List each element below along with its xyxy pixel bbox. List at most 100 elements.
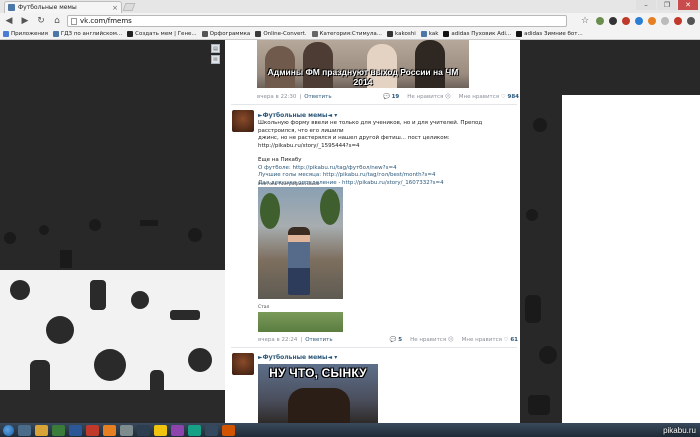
post2-link[interactable]: Лучшие голы месяца: http://pikabu.ru/tag…	[258, 172, 513, 180]
post2-like[interactable]: Мне нравится ♡ 61	[462, 337, 518, 343]
back-button[interactable]: ◀	[3, 15, 15, 27]
doodle-pattern-dark	[4, 219, 202, 268]
bookmarks-bar: Приложения ГДЗ по английском... Создать ме…	[0, 29, 700, 40]
extension-icon[interactable]	[622, 17, 630, 25]
tab-active[interactable]: Футбольные мемы ×	[4, 1, 122, 13]
extension-icon[interactable]	[674, 17, 682, 25]
post2-avatar[interactable]	[232, 110, 254, 132]
post2-dislike[interactable]: Не нравится ☹	[410, 337, 454, 343]
bookmark-favicon-icon	[387, 31, 394, 37]
post1-reply-link[interactable]: Ответить	[304, 94, 331, 100]
doodle-pattern	[0, 280, 225, 423]
close-window-button[interactable]: ✕	[678, 0, 698, 10]
bookmark-favicon-icon	[3, 31, 9, 37]
photo-tree	[260, 193, 280, 229]
bookmark-item[interactable]: Приложения	[3, 31, 48, 37]
taskbar-app-icon[interactable]	[35, 424, 48, 436]
windows-taskbar	[0, 423, 700, 437]
reload-button[interactable]: ↻	[35, 15, 47, 27]
bookmark-item[interactable]: Online-Convert.	[255, 31, 307, 37]
home-button[interactable]: ⌂	[51, 15, 63, 27]
new-tab-button[interactable]	[122, 3, 136, 11]
side-button-list[interactable]: ▤	[211, 44, 220, 53]
browser-toolbar: ◀ ▶ ↻ ⌂ vk.com/fmems ☆	[0, 13, 700, 29]
taskbar-app-icon[interactable]	[69, 424, 82, 436]
bookmark-label: adidas Зимние бот...	[524, 31, 583, 37]
post1-image[interactable]: Админы ФМ празднуют выход России на ЧМ 2…	[257, 40, 469, 88]
address-bar[interactable]: vk.com/fmems	[67, 15, 567, 27]
taskbar-app-icon[interactable]	[154, 424, 167, 436]
extension-icons: ☆	[579, 15, 695, 27]
bookmark-item[interactable]: Создать мем | Гене...	[127, 31, 197, 37]
post2-comments[interactable]: 💬 5	[390, 337, 402, 343]
taskbar-app-icon[interactable]	[137, 424, 150, 436]
bookmark-favicon-icon	[52, 31, 59, 37]
side-button-mail[interactable]: ✉	[211, 55, 220, 64]
page-viewport: ▤ ✉ Админы ФМ празднуют выход России на …	[0, 40, 700, 423]
vk-favicon-icon	[8, 4, 15, 11]
bookmark-star-icon[interactable]: ☆	[579, 15, 591, 27]
post3-image[interactable]: НУ ЧТО, СЫНКУ	[258, 364, 378, 423]
post2-link[interactable]: О футболе: http://pikabu.ru/tag/футбол/n…	[258, 165, 513, 173]
taskbar-app-icon[interactable]	[222, 424, 235, 436]
post2-line: Школьную форму ввели не только для учени…	[258, 120, 483, 134]
post1-dislike[interactable]: Не нравится ☹	[407, 94, 451, 100]
post-divider	[231, 104, 517, 105]
minimize-button[interactable]: –	[636, 0, 656, 10]
post1-caption: Админы ФМ празднуют выход России на ЧМ 2…	[267, 67, 459, 87]
taskbar-app-icon[interactable]	[103, 424, 116, 436]
right-blank-area	[562, 95, 700, 423]
bookmark-favicon-icon	[443, 31, 450, 37]
post2-photo-before[interactable]	[258, 187, 343, 299]
post2-reply-link[interactable]: Ответить	[305, 337, 332, 343]
bookmark-item[interactable]: adidas Зимние бот...	[516, 31, 583, 37]
taskbar-app-icon[interactable]	[188, 424, 201, 436]
photo-tree	[320, 189, 340, 225]
bookmark-label: kak	[428, 31, 439, 37]
bookmark-item[interactable]: adidas Пуховик Adi...	[443, 31, 511, 37]
bookmark-label: Создать мем | Гене...	[135, 31, 197, 37]
bookmark-label: Категория:Стимула...	[319, 31, 383, 37]
bookmark-item[interactable]: ГДЗ по английском...	[52, 31, 122, 37]
post1-like[interactable]: Мне нравится ♡ 984	[459, 94, 519, 100]
menu-icon[interactable]	[687, 17, 695, 25]
bookmark-item[interactable]: kak	[420, 31, 439, 37]
post1-comments[interactable]: 💬 19	[383, 94, 399, 100]
taskbar-app-icon[interactable]	[18, 424, 31, 436]
post2-line	[258, 150, 513, 157]
extension-icon[interactable]	[596, 17, 604, 25]
bookmark-favicon-icon	[420, 31, 427, 37]
taskbar-app-icon[interactable]	[205, 424, 218, 436]
bookmark-item[interactable]: Категория:Стимула...	[311, 31, 383, 37]
forward-button[interactable]: ▶	[19, 15, 31, 27]
taskbar-app-icon[interactable]	[52, 424, 65, 436]
extension-icon[interactable]	[648, 17, 656, 25]
extension-icon[interactable]	[635, 17, 643, 25]
taskbar-app-icon[interactable]	[171, 424, 184, 436]
maximize-button[interactable]: ❐	[657, 0, 677, 10]
extension-icon[interactable]	[661, 17, 669, 25]
post2-time[interactable]: вчера в 22:24	[258, 337, 297, 343]
post2-photo-after[interactable]	[258, 312, 343, 332]
post1-time[interactable]: вчера в 22:30	[257, 94, 296, 100]
bookmark-favicon-icon	[516, 31, 523, 37]
post3-author[interactable]: ►Футбольные мемы◄ ▾	[258, 354, 337, 361]
bookmark-label: Приложения	[11, 31, 48, 37]
extension-icon[interactable]	[609, 17, 617, 25]
photo-hat	[288, 388, 350, 423]
post2-meta: вчера в 22:24 | Ответить 💬 5 Не нравится…	[258, 337, 518, 343]
post2-line: джинс, но не растерялся и нашел другой ф…	[258, 135, 450, 149]
post2-author[interactable]: ►Футбольные мемы◄ ▾	[258, 112, 337, 119]
post-divider	[231, 347, 517, 348]
post3-avatar[interactable]	[232, 353, 254, 375]
taskbar-app-icon[interactable]	[86, 424, 99, 436]
wallpaper-right-strip	[520, 95, 562, 423]
photo-teacher	[288, 227, 310, 295]
taskbar-app-icon[interactable]	[120, 424, 133, 436]
tab-close-icon[interactable]: ×	[112, 4, 118, 12]
wall-feed: Админы ФМ празднуют выход России на ЧМ 2…	[225, 40, 520, 423]
start-button[interactable]	[3, 424, 14, 436]
page-icon	[71, 17, 77, 25]
bookmark-item[interactable]: kakoshi	[387, 31, 416, 37]
bookmark-item[interactable]: Орфограммка	[201, 31, 250, 37]
